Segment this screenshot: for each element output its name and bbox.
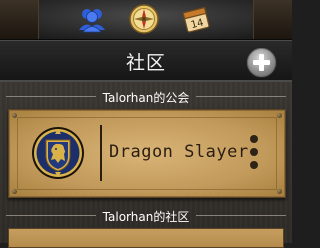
calendar-icon[interactable]: 14: [180, 3, 212, 35]
divider: [196, 215, 286, 216]
community-list: Talorhan的公会 Dragon Slayer Talorhan的社区: [0, 82, 292, 248]
divider: [196, 96, 286, 97]
page-header: 社区: [0, 40, 292, 82]
nail-icon: [12, 113, 17, 118]
guild-section-title: Talorhan的公会: [102, 91, 190, 105]
friends-icon[interactable]: [76, 3, 108, 35]
nail-icon: [277, 189, 282, 194]
more-vertical-icon[interactable]: [247, 135, 261, 171]
guild-card[interactable]: Dragon Slayer: [8, 109, 286, 198]
add-community-button[interactable]: [246, 47, 277, 78]
guild-section-header: Talorhan的公会: [0, 87, 292, 107]
nail-icon: [12, 189, 17, 194]
guild-compass-icon[interactable]: [128, 3, 160, 35]
top-icon-bar: 14: [0, 0, 292, 40]
guild-name: Dragon Slayer: [109, 142, 249, 162]
card-divider: [100, 125, 102, 181]
community-card[interactable]: [8, 228, 284, 248]
community-section-title: Talorhan的社区: [102, 210, 190, 224]
alliance-lion-crest-icon: [31, 126, 85, 180]
nail-icon: [277, 113, 282, 118]
community-section-header: Talorhan的社区: [0, 206, 292, 226]
